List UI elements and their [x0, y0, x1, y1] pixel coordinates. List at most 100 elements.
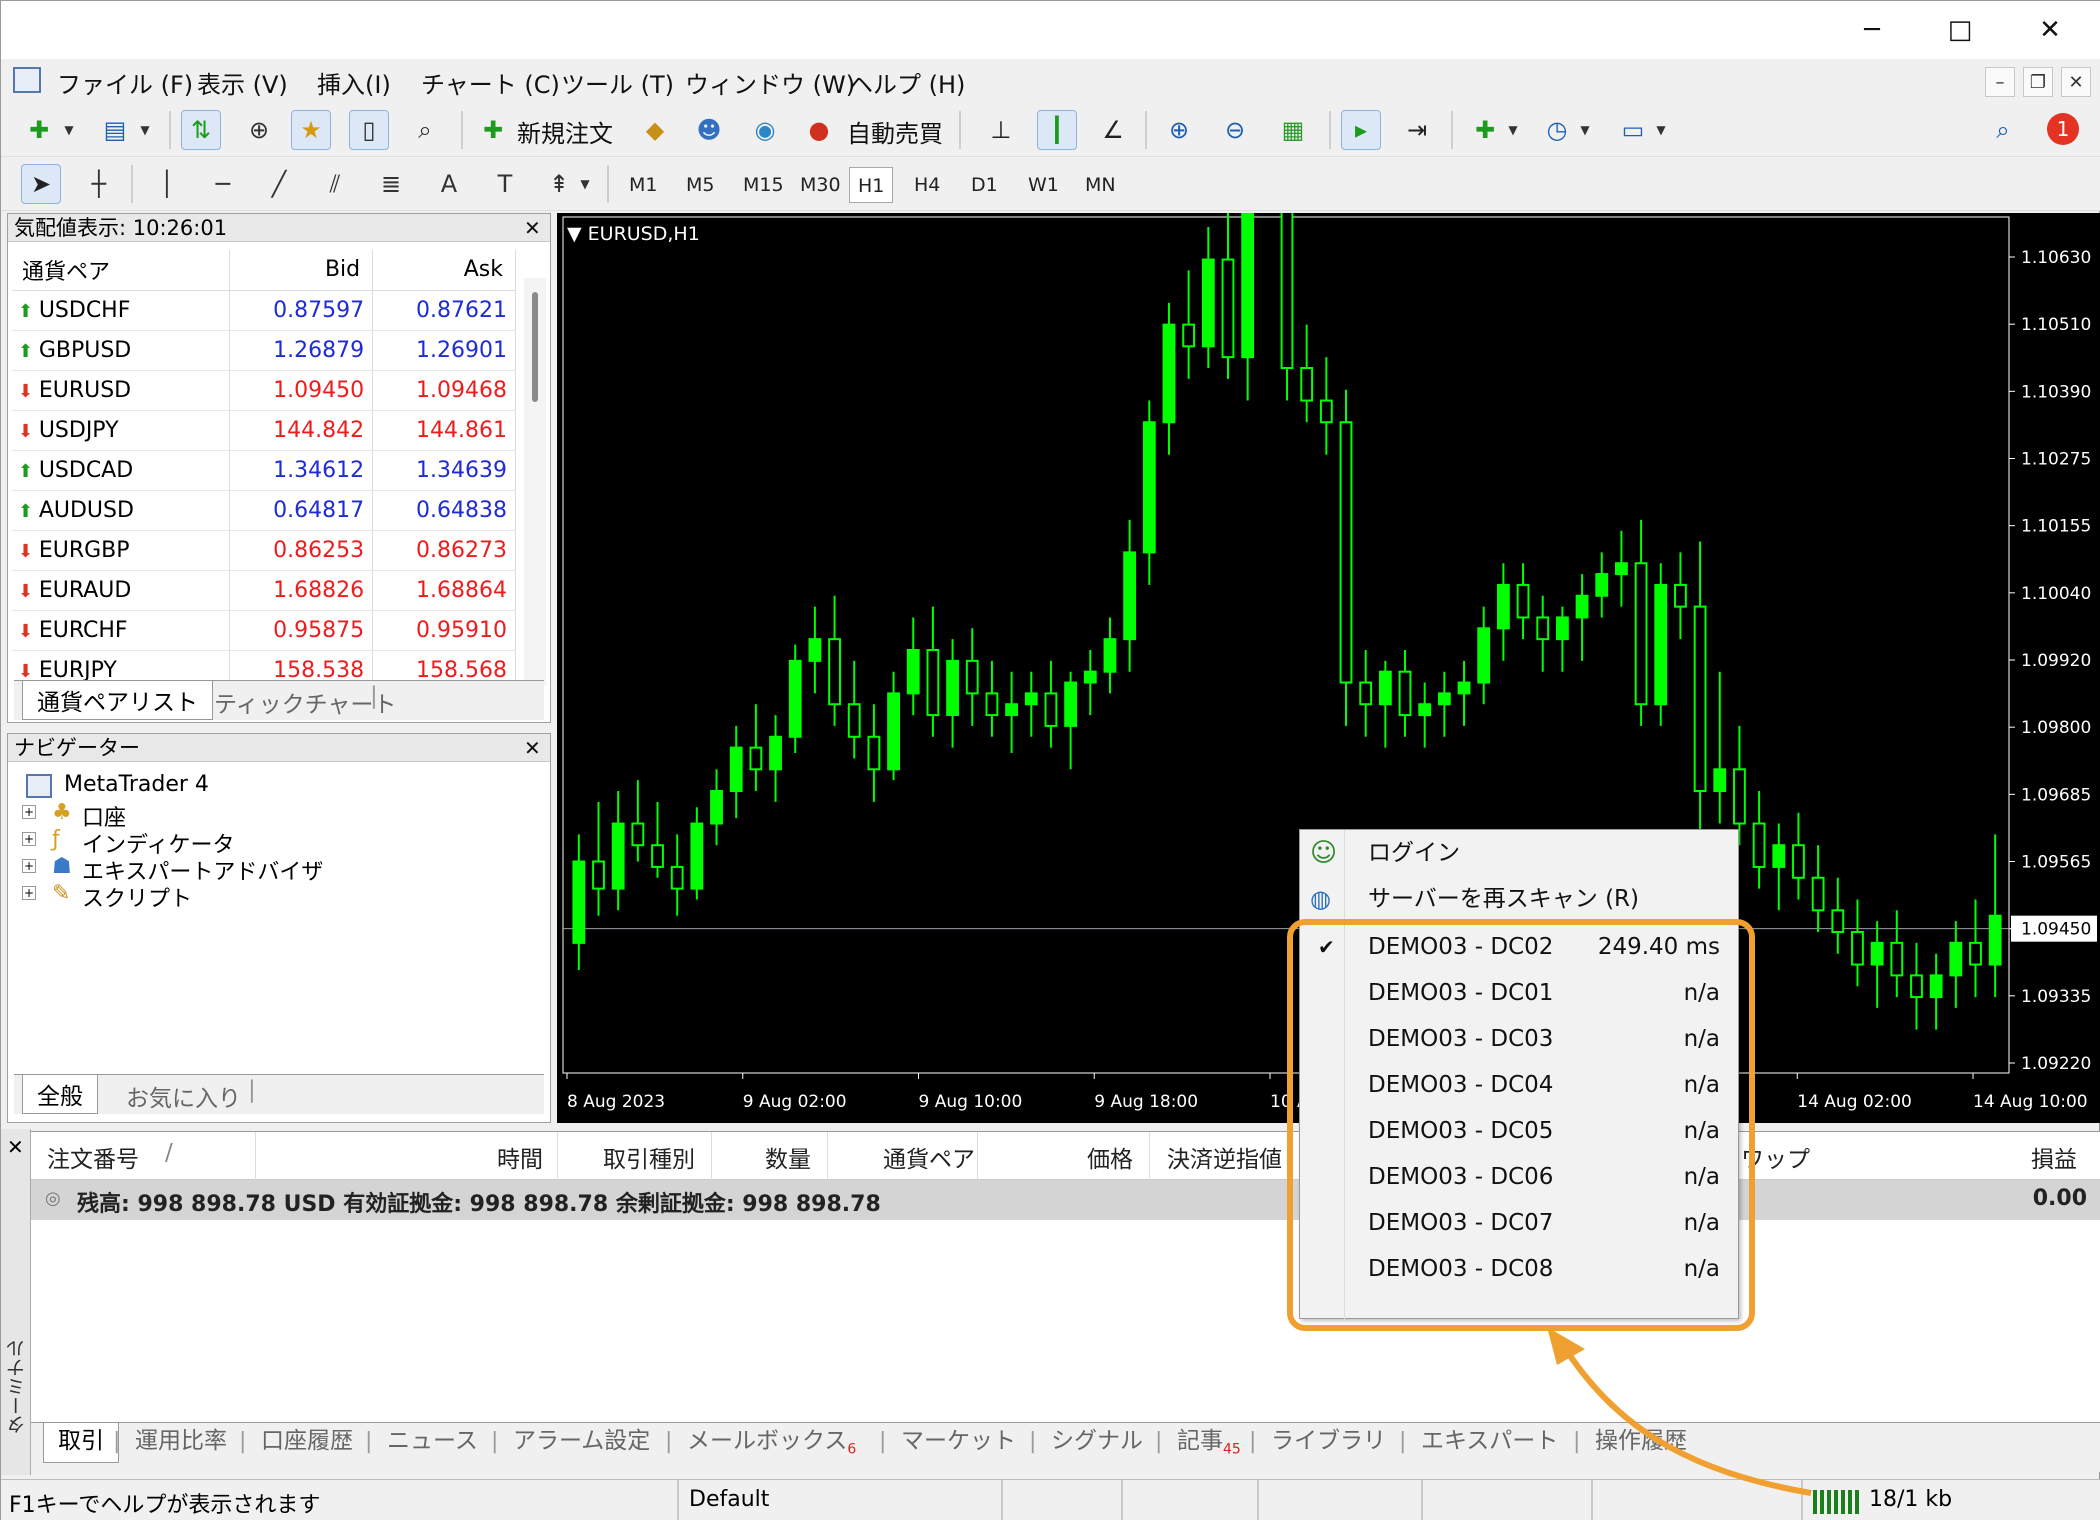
menu-view[interactable]: 表示 (V) [197, 65, 288, 100]
search-icon[interactable]: ⌕ [1983, 110, 2023, 150]
scrollbar[interactable] [524, 278, 546, 686]
table-row[interactable]: ⬆ USDCAD 1.34612 1.34639 [12, 450, 516, 491]
column-volume[interactable]: 数量 [765, 1140, 811, 1174]
column-bid[interactable]: Bid [229, 250, 374, 291]
tile-windows-icon[interactable]: ▦ [1273, 110, 1313, 150]
table-row[interactable]: ⬆ GBPUSD 1.26879 1.26901 [12, 330, 516, 371]
chevron-down-icon[interactable]: ▼ [1503, 110, 1523, 150]
terminal-tab[interactable]: マーケット [887, 1423, 1030, 1463]
crosshair-icon[interactable]: ┼ [79, 164, 119, 204]
table-row[interactable]: ⬆ AUDUSD 0.64817 0.64838 [12, 490, 516, 531]
terminal-tab[interactable]: シグナル [1037, 1423, 1157, 1463]
auto-scroll-icon[interactable]: ▸ [1341, 110, 1381, 150]
chevron-down-icon[interactable]: ▼ [59, 110, 79, 150]
navigator-root[interactable]: MetaTrader 4 [64, 772, 209, 797]
period-m5-button[interactable]: M5 [678, 167, 722, 203]
candlestick-icon[interactable]: ┃ [1037, 110, 1077, 150]
table-row[interactable]: ⬇ EURAUD 1.68826 1.68864 [12, 570, 516, 611]
navigator-item[interactable]: + ♣ 口座 [22, 800, 522, 831]
auto-trading-button[interactable]: 自動売買 [847, 114, 943, 149]
horizontal-line-icon[interactable]: ─ [203, 164, 243, 204]
market-watch-icon[interactable]: ⇅ [181, 110, 221, 150]
periods-icon[interactable]: ◷ [1537, 110, 1577, 150]
terminal-tab[interactable]: ライブラリ [1257, 1423, 1400, 1463]
period-m30-button[interactable]: M30 [792, 167, 849, 203]
scrollbar-thumb[interactable] [532, 292, 538, 402]
terminal-icon[interactable]: ▯ [349, 110, 389, 150]
tab-general[interactable]: 全般 [22, 1075, 98, 1114]
mdi-minimize-button[interactable]: – [1985, 67, 2015, 97]
terminal-tab[interactable]: 運用比率 [121, 1423, 241, 1463]
navigator-item[interactable]: + ƒ インディケータ [22, 827, 522, 858]
tab-symbols[interactable]: 通貨ペアリスト [22, 681, 213, 720]
column-stop-loss[interactable]: 決済逆指値 [1167, 1140, 1282, 1174]
column-ticket[interactable]: 注文番号 [47, 1140, 139, 1174]
vertical-line-icon[interactable]: │ [147, 164, 187, 204]
signal-icon[interactable]: ◉ [745, 110, 785, 150]
navigator-item[interactable]: + ✎ スクリプト [22, 881, 522, 912]
auto-trading-icon[interactable]: ● [799, 110, 839, 150]
profiles-icon[interactable]: ▤ [95, 110, 135, 150]
expand-icon[interactable]: + [22, 832, 36, 846]
menu-tools[interactable]: ツール (T) [561, 65, 674, 100]
terminal-tab[interactable]: 取引 [43, 1423, 119, 1463]
text-label-icon[interactable]: T [485, 164, 525, 204]
table-row[interactable]: ⬆ USDCHF 0.87597 0.87621 [12, 290, 516, 331]
navigator-icon[interactable]: ★ [291, 110, 331, 150]
chevron-down-icon[interactable]: ▼ [135, 110, 155, 150]
table-row[interactable]: ⬇ EURGBP 0.86253 0.86273 [12, 530, 516, 571]
period-w1-button[interactable]: W1 [1020, 167, 1067, 203]
balance-row[interactable]: ◎ 残高: 998 898.78 USD 有効証拠金: 998 898.78 余… [31, 1180, 2100, 1220]
close-icon[interactable]: ✕ [7, 1135, 24, 1159]
notification-badge[interactable]: 1 [2047, 113, 2079, 145]
new-order-icon[interactable]: ✚ [473, 110, 513, 150]
maximize-button[interactable]: □ [1919, 7, 2001, 53]
indicators-icon[interactable]: ✚ [1465, 110, 1505, 150]
fibonacci-icon[interactable]: ≣ [371, 164, 411, 204]
menu-window[interactable]: ウィンドウ (W) [685, 65, 855, 100]
period-m15-button[interactable]: M15 [735, 167, 792, 203]
terminal-tab[interactable]: アラーム設定 [499, 1423, 664, 1463]
column-ask[interactable]: Ask [372, 250, 516, 291]
menu-rescan[interactable]: ◍ サーバーを再スキャン (R) [1300, 876, 1740, 922]
cursor-icon[interactable]: ➤ [21, 164, 61, 204]
metaeditor-icon[interactable]: ◆ [635, 110, 675, 150]
community-icon[interactable]: ☻ [689, 110, 729, 150]
column-symbol[interactable]: 通貨ペア [883, 1140, 975, 1174]
period-m1-button[interactable]: M1 [621, 167, 665, 203]
expand-icon[interactable]: + [22, 886, 36, 900]
expand-icon[interactable]: + [22, 805, 36, 819]
trendline-icon[interactable]: ╱ [259, 164, 299, 204]
expand-icon[interactable]: + [22, 859, 36, 873]
table-row[interactable]: ⬇ EURUSD 1.09450 1.09468 [12, 370, 516, 411]
table-row[interactable]: ⬇ EURCHF 0.95875 0.95910 [12, 610, 516, 651]
equidistant-channel-icon[interactable]: ⫽ [315, 164, 355, 204]
tab-favorites[interactable]: お気に入り [126, 1079, 241, 1113]
close-icon[interactable]: ✕ [524, 734, 541, 762]
line-chart-icon[interactable]: ∠ [1093, 110, 1133, 150]
chart-shift-icon[interactable]: ⇥ [1397, 110, 1437, 150]
terminal-tab[interactable]: 口座履歴 [247, 1423, 367, 1463]
column-price[interactable]: 価格 [1087, 1140, 1133, 1174]
navigator-item[interactable]: + ☗ エキスパートアドバイザ [22, 854, 522, 885]
templates-icon[interactable]: ▭ [1613, 110, 1653, 150]
column-type[interactable]: 取引種別 [603, 1140, 695, 1174]
menu-file[interactable]: ファイル (F) [57, 65, 193, 100]
strategy-tester-icon[interactable]: ⌕ [405, 110, 445, 150]
column-profit[interactable]: 損益 [2031, 1140, 2077, 1174]
text-icon[interactable]: A [429, 164, 469, 204]
period-h1-button[interactable]: H1 [849, 167, 894, 203]
zoom-out-icon[interactable]: ⊖ [1215, 110, 1255, 150]
menu-login[interactable]: ☺ ログイン [1300, 830, 1740, 876]
period-h4-button[interactable]: H4 [906, 167, 948, 203]
mdi-close-button[interactable]: ✕ [2061, 67, 2091, 97]
new-order-button[interactable]: 新規注文 [517, 114, 613, 149]
minimize-button[interactable]: ─ [1831, 7, 1913, 53]
period-mn-button[interactable]: MN [1077, 167, 1124, 203]
close-icon[interactable]: ✕ [524, 214, 541, 242]
column-time[interactable]: 時間 [497, 1140, 543, 1174]
terminal-tab[interactable]: メールボックス6 [673, 1423, 870, 1463]
terminal-tab[interactable]: 記事45 [1163, 1423, 1255, 1463]
period-d1-button[interactable]: D1 [963, 167, 1006, 203]
chevron-down-icon[interactable]: ▼ [575, 164, 595, 204]
